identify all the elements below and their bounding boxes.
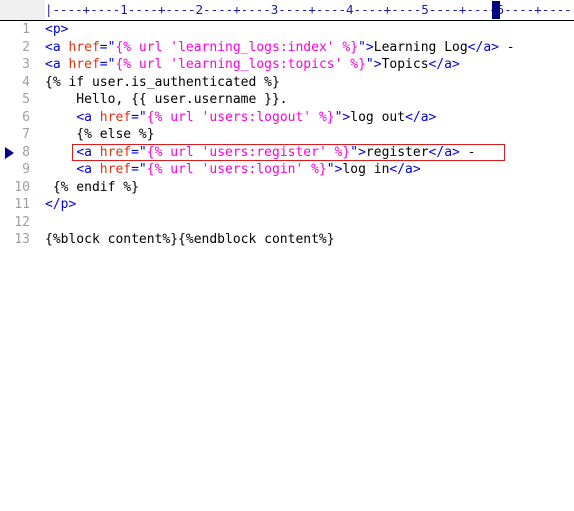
code-line-text: <a href="{% url 'users:login' %}">log in… [45, 161, 421, 179]
code-token-attr: href [68, 57, 100, 72]
code-line[interactable]: 2 <a href="{% url 'learning_logs:index' %… [0, 39, 574, 57]
line-number: 1 [22, 22, 30, 37]
code-line[interactable]: 9 <a href="{% url 'users:login' %}">log … [0, 161, 574, 179]
code-line[interactable]: 13 {%block content%}{%endblock content%} [0, 231, 574, 249]
code-token-tag: =" [99, 57, 116, 72]
code-token-attr: href [99, 144, 132, 160]
code-token-tag: <a [45, 39, 69, 55]
code-token-tag: <a [76, 162, 100, 177]
ruler-cursor-column-indicator [492, 1, 500, 19]
code-token-attr: href [99, 109, 132, 125]
code-token-text: Learning Log [373, 39, 468, 55]
code-line-text: <a href="{% url 'users:register' %}">reg… [45, 144, 476, 162]
code-line-text: {%block content%}{%endblock content%} [45, 231, 335, 249]
code-line[interactable]: 7 {% else %} [0, 126, 574, 144]
line-number: 11 [14, 197, 30, 212]
code-token-tag: "> [350, 144, 366, 160]
code-line-text: {% else %} [45, 126, 155, 144]
code-token-plain: Hello, {{ user.username }}. [45, 92, 288, 107]
code-token-tmpl: {% url 'learning_logs:topics' %} [115, 57, 366, 72]
code-token-text: register [365, 144, 429, 160]
code-line[interactable]: 3 <a href="{% url 'learning_logs:topics' … [0, 56, 574, 74]
code-line[interactable]: 4 {% if user.is_authenticated %} [0, 74, 574, 92]
code-token-tag: <a [45, 57, 69, 72]
line-number: 6 [22, 109, 30, 125]
code-token-tag: "> [326, 162, 343, 177]
line-number: 13 [14, 232, 30, 247]
code-line[interactable]: 8 <a href="{% url 'users:register' %}">r… [0, 143, 574, 162]
code-token-tag: </a> [389, 162, 421, 177]
code-token-tag: </a> [428, 144, 460, 160]
ruler-gutter-spacer [0, 0, 45, 20]
code-token-tag: <p> [45, 22, 69, 37]
line-number: 8 [22, 144, 30, 160]
line-number: 3 [22, 57, 30, 72]
code-token-text: - [498, 39, 515, 55]
code-line-text: <a href="{% url 'learning_logs:index' %}… [45, 39, 515, 57]
code-token-tmpl: {% url 'users:register' %} [146, 144, 351, 160]
line-number: 9 [22, 162, 30, 177]
code-line[interactable]: 10 {% endif %} [0, 179, 574, 197]
code-line[interactable]: 1 <p> [0, 21, 574, 39]
code-line[interactable]: 12 [0, 214, 574, 232]
code-line-text: Hello, {{ user.username }}. [45, 91, 288, 109]
column-ruler: |----+----1----+----2----+----3----+----… [0, 0, 574, 21]
code-editor-area[interactable]: 1 <p> 2 <a href="{% url 'learning_logs:inde… [0, 21, 574, 511]
code-line-text: {% endif %} [45, 179, 139, 197]
line-number: 7 [22, 127, 30, 142]
code-token-tag: =" [131, 144, 147, 160]
code-token-plain: {% if user.is_authenticated %} [45, 74, 280, 90]
code-line-text: <p> [45, 21, 68, 39]
code-token-plain: {% else %} [45, 127, 155, 142]
code-line-text: <a href="{% url 'users:logout' %}">log o… [45, 109, 436, 127]
code-token-tag: "> [334, 109, 351, 125]
line-number: 12 [14, 214, 30, 230]
code-token-tag: <a [76, 144, 100, 160]
code-line[interactable]: 6 <a href="{% url 'users:logout' %}">log… [0, 109, 574, 127]
code-token-attr: href [99, 162, 132, 177]
code-line-text: </p> [45, 196, 76, 214]
code-token-tag: </a> [405, 109, 437, 125]
code-token-plain: {% endif %} [45, 179, 139, 195]
line-number: 5 [22, 92, 30, 107]
code-token-tag: "> [358, 39, 374, 55]
code-token-tag: =" [131, 162, 147, 177]
code-token-text: - [459, 144, 476, 160]
code-token-tag: <a [76, 109, 100, 125]
code-token-plain: {%block content%}{%endblock content%} [45, 232, 335, 247]
code-token-attr: href [68, 39, 100, 55]
code-line-text: {% if user.is_authenticated %} [45, 74, 280, 92]
code-token-tag: </a> [428, 57, 460, 72]
code-token-tmpl: {% url 'learning_logs:index' %} [115, 39, 359, 55]
code-token-text: log in [342, 162, 390, 177]
code-line[interactable]: 5 Hello, {{ user.username }}. [0, 91, 574, 109]
line-number: 4 [22, 74, 30, 90]
line-number: 2 [22, 39, 30, 55]
code-line-text: <a href="{% url 'learning_logs:topics' %… [45, 56, 460, 74]
code-token-tag: </p> [45, 197, 77, 212]
code-token-tag: </a> [467, 39, 499, 55]
code-token-text: log out [350, 109, 406, 125]
line-number: 10 [14, 179, 30, 195]
code-token-tag: =" [131, 109, 147, 125]
code-token-text: Topics [381, 57, 429, 72]
code-token-tmpl: {% url 'users:logout' %} [146, 109, 335, 125]
code-token-tag: =" [99, 39, 116, 55]
code-token-tag: "> [365, 57, 382, 72]
code-token-tmpl: {% url 'users:login' %} [146, 162, 327, 177]
code-line[interactable]: 11 </p> [0, 196, 574, 214]
